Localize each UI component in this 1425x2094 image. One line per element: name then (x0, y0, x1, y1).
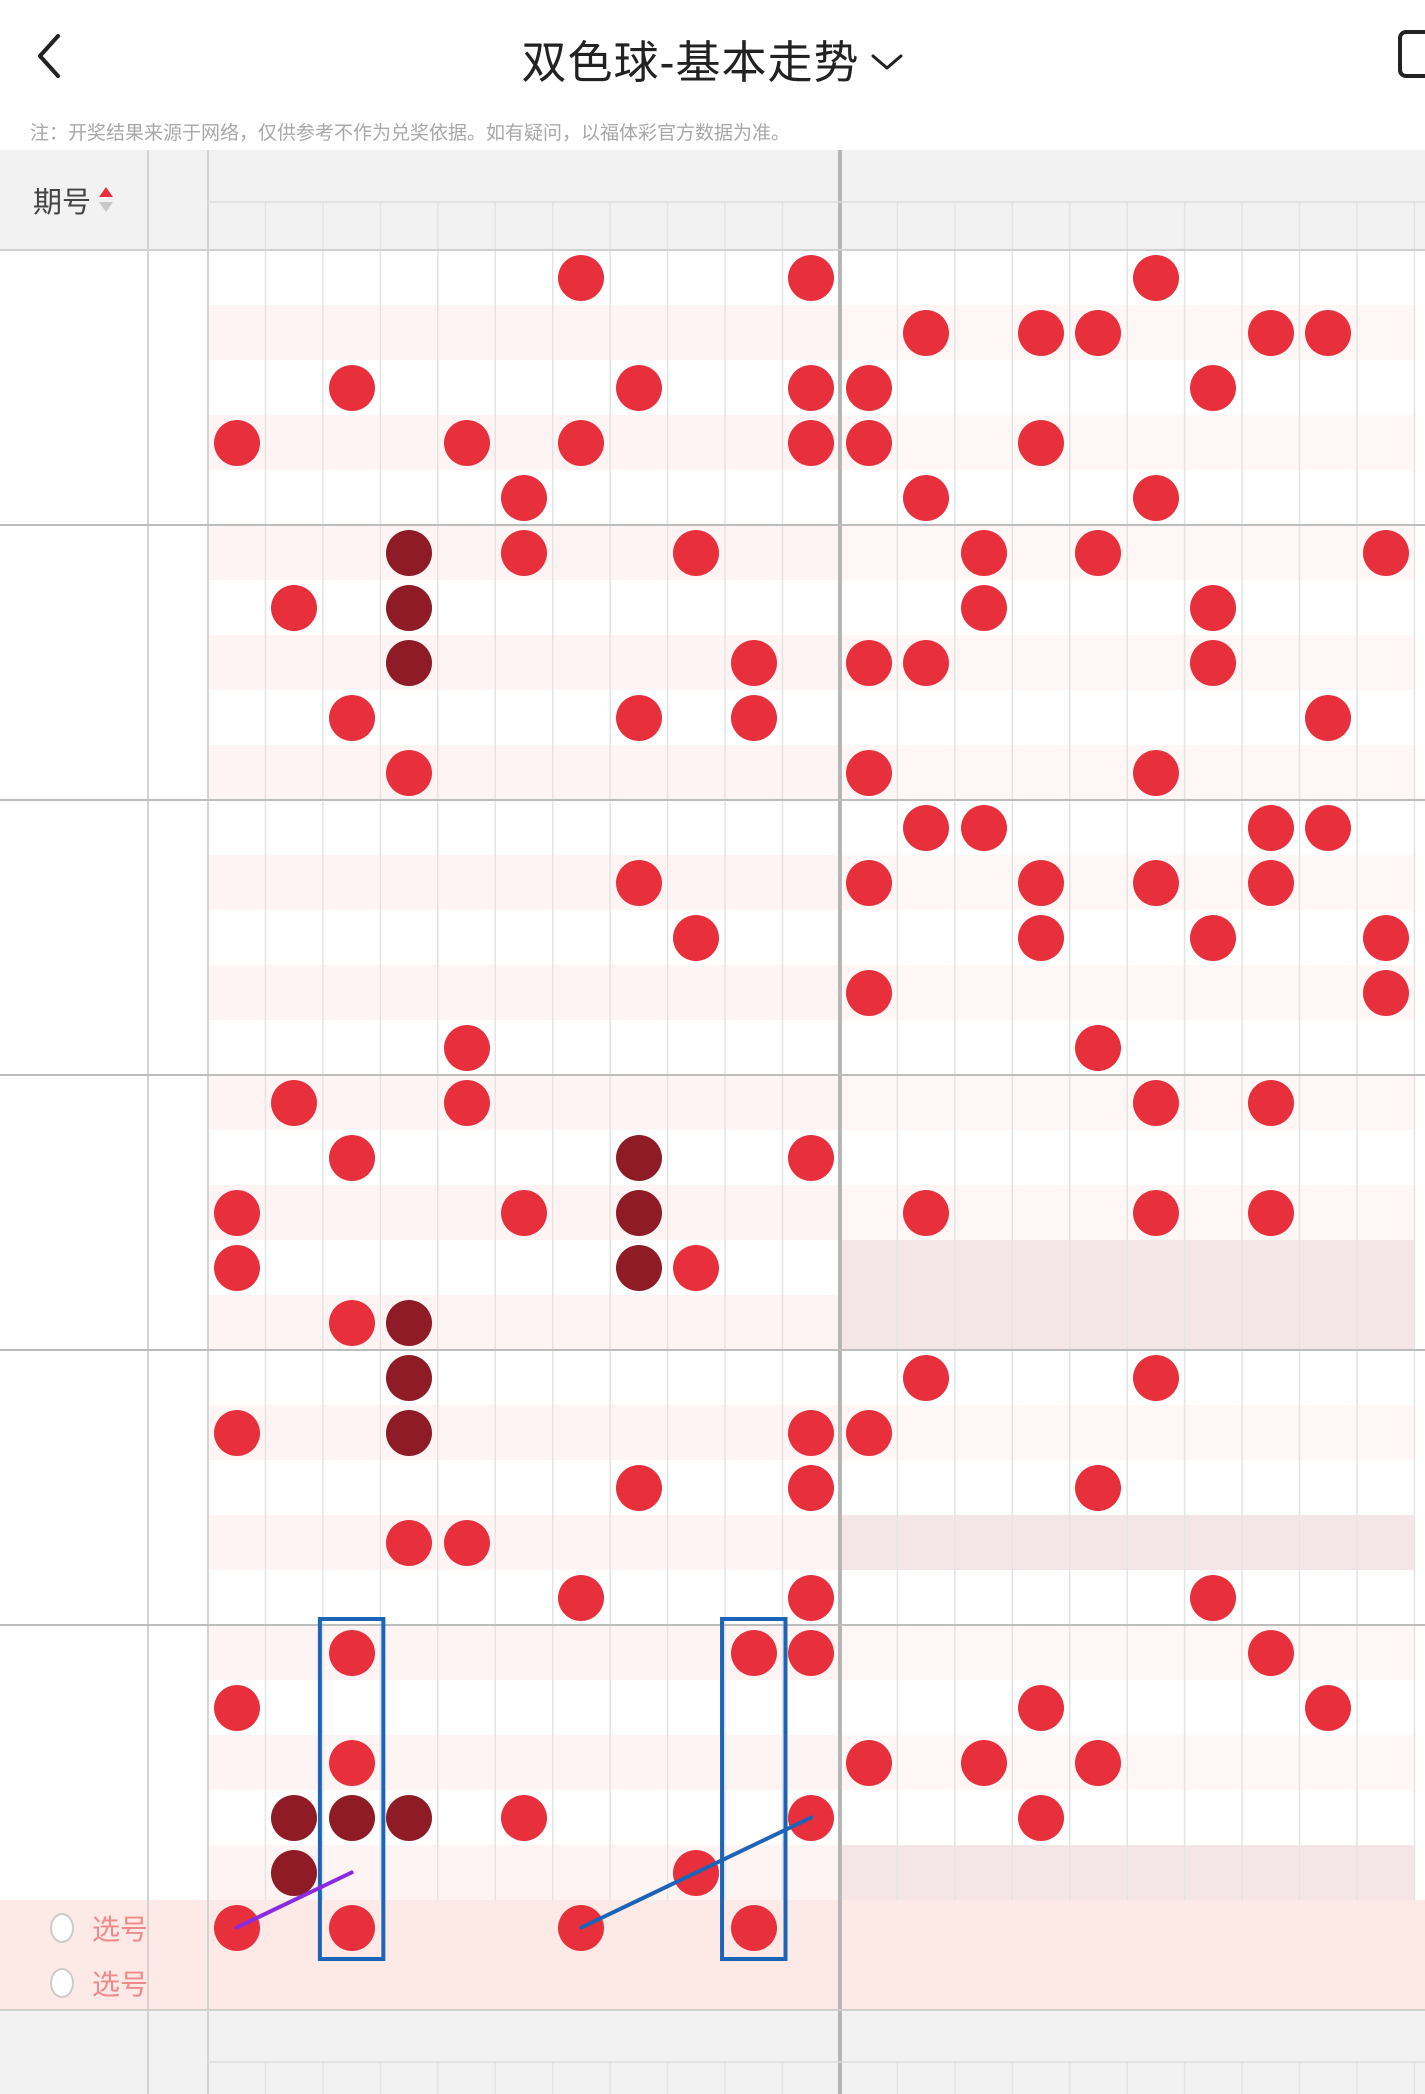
disclaimer-note: 注：开奖结果来源于网络，仅供参考不作为兑奖依据。如有疑问，以福体彩官方数据为准。 (30, 123, 791, 144)
annotation-box-col10 (720, 1617, 788, 1961)
annotation-box-col03 (317, 1617, 386, 1961)
chevron-down-icon (871, 54, 902, 70)
annotation-line-blue (579, 1815, 814, 1930)
trend-table: 期号 选号 选号 (0, 150, 1425, 2094)
annotation-overlay (234, 1617, 814, 1961)
page-title[interactable]: 双色球-基本走势 (0, 26, 1425, 91)
page-title-text: 双色球-基本走势 (521, 37, 860, 88)
screenshot-icon[interactable] (1398, 30, 1425, 78)
top-bar: 双色球-基本走势 (0, 0, 1425, 112)
annotation-line-purple (234, 1870, 354, 1930)
